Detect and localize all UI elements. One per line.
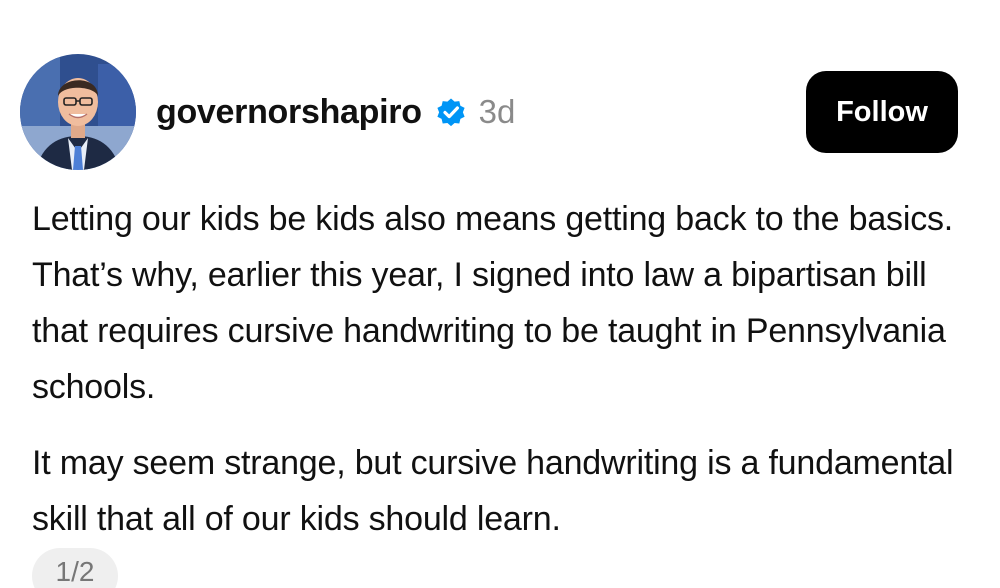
username[interactable]: governorshapiro <box>156 93 422 132</box>
avatar-image <box>20 54 136 170</box>
author-header: governorshapiro 3d <box>156 88 515 136</box>
verified-badge-icon <box>434 95 468 129</box>
caption-paragraph-1: Letting our kids be kids also means gett… <box>32 200 954 406</box>
follow-button[interactable]: Follow <box>806 71 958 153</box>
avatar[interactable] <box>20 54 136 170</box>
post-timestamp: 3d <box>478 93 516 130</box>
post: governorshapiro 3d Follow Letting our ki… <box>0 0 1000 588</box>
caption-paragraph-2: It may seem strange, but cursive handwri… <box>32 444 954 538</box>
page-indicator: 1/2 <box>32 548 118 588</box>
